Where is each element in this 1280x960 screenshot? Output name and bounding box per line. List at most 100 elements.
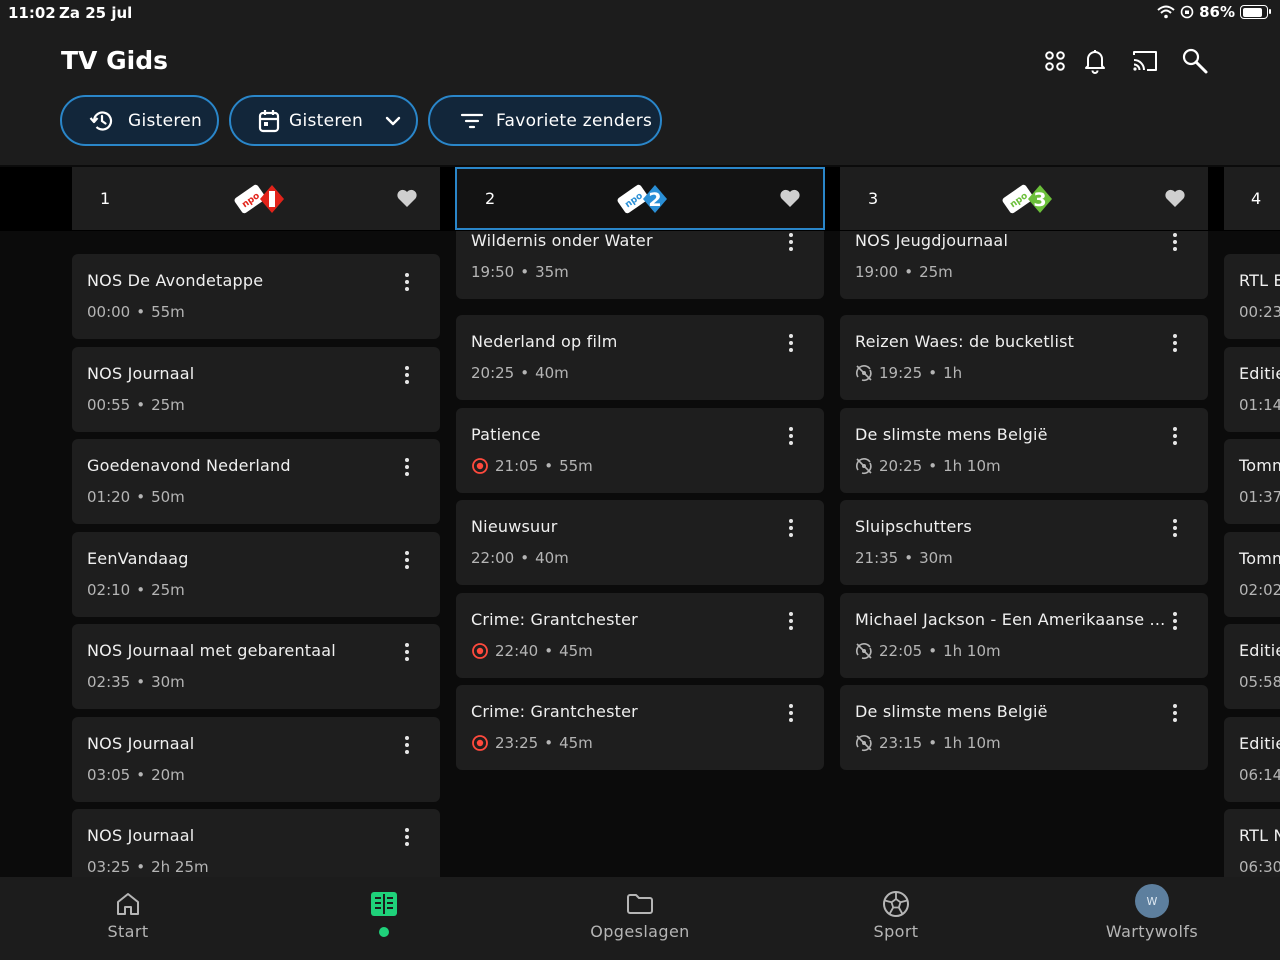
apps-grid-icon[interactable] [1040, 47, 1070, 75]
program-card[interactable]: NOS Journaal 03:25 • 2h 25m [72, 809, 440, 877]
more-options-icon[interactable] [1170, 232, 1180, 252]
program-title: Sluipschutters [855, 517, 972, 536]
battery-percentage: 86% [1199, 3, 1235, 21]
more-options-icon[interactable] [402, 550, 412, 570]
program-card[interactable]: Goedenavond Nederland 01:20 • 50m [72, 439, 440, 524]
separator-dot: • [928, 734, 938, 752]
program-time: 23:25 [495, 734, 539, 752]
program-title: Crime: Grantchester [471, 610, 638, 629]
more-options-icon[interactable] [402, 457, 412, 477]
nav-opgeslagen[interactable]: Opgeslagen [512, 877, 768, 960]
program-card[interactable]: NOS Journaal 03:05 • 20m [72, 717, 440, 802]
more-options-icon[interactable] [786, 703, 796, 723]
program-time: 19:00 [855, 263, 899, 281]
channel-header-3[interactable]: 3 npo 3 [840, 167, 1208, 230]
program-card[interactable]: Sluipschutters 21:35 • 30m [840, 500, 1208, 585]
day-history-chip[interactable]: Gisteren [60, 95, 219, 146]
more-options-icon[interactable] [1170, 703, 1180, 723]
more-options-icon[interactable] [1170, 518, 1180, 538]
filter-bar: Gisteren Gisteren Favoriete zenders [0, 95, 1280, 165]
more-options-icon[interactable] [786, 611, 796, 631]
bell-icon[interactable] [1080, 47, 1110, 75]
nav-sport[interactable]: Sport [768, 877, 1024, 960]
program-card[interactable]: EenVandaag 02:10 • 25m [72, 532, 440, 617]
program-card[interactable]: Editie 05:58 [1224, 624, 1280, 709]
more-options-icon[interactable] [402, 735, 412, 755]
more-options-icon[interactable] [786, 426, 796, 446]
filter-icon [458, 107, 486, 135]
cast-icon[interactable] [1130, 47, 1160, 75]
program-card[interactable]: Editie 06:14 [1224, 717, 1280, 802]
nav-tv-guide[interactable] [256, 877, 512, 960]
program-time: 20:25 [471, 364, 515, 382]
program-card[interactable]: Tomm 01:37 [1224, 439, 1280, 524]
program-card[interactable]: RTL E 00:23 [1224, 254, 1280, 339]
program-card[interactable]: Nederland op film 20:25 • 40m [456, 315, 824, 400]
program-card[interactable]: RTL N 06:30 [1224, 809, 1280, 877]
program-card[interactable]: Wildernis onder Water 19:50 • 35m [456, 231, 824, 299]
program-card[interactable]: Nieuwsuur 22:00 • 40m [456, 500, 824, 585]
favorite-channels-chip[interactable]: Favoriete zenders [428, 95, 662, 146]
program-time: 22:00 [471, 549, 515, 567]
program-card[interactable]: NOS Journaal met gebarentaal 02:35 • 30m [72, 624, 440, 709]
more-options-icon[interactable] [402, 272, 412, 292]
program-meta: 00:00 • 55m [87, 303, 185, 321]
program-card[interactable]: NOS Jeugdjournaal 19:00 • 25m [840, 231, 1208, 299]
program-card[interactable]: Crime: Grantchester 22:40 • 45m [456, 593, 824, 678]
more-options-icon[interactable] [1170, 611, 1180, 631]
more-options-icon[interactable] [786, 518, 796, 538]
program-card[interactable]: De slimste mens België 20:25 • 1h 10m [840, 408, 1208, 493]
more-options-icon[interactable] [402, 642, 412, 662]
program-card[interactable]: NOS De Avondetappe 00:00 • 55m [72, 254, 440, 339]
program-title: De slimste mens België [855, 425, 1048, 444]
program-card[interactable]: Tomm 02:02 [1224, 532, 1280, 617]
recording-unavailable-icon [855, 458, 872, 475]
separator-dot: • [136, 488, 146, 506]
separator-dot: • [904, 263, 914, 281]
more-options-icon[interactable] [1170, 426, 1180, 446]
program-card[interactable]: NOS Journaal 00:55 • 25m [72, 347, 440, 432]
status-time: 11:02 [8, 4, 56, 22]
date-select-chip[interactable]: Gisteren [229, 95, 418, 146]
program-meta: 22:05 • 1h 10m [855, 642, 1001, 660]
program-duration: 40m [535, 364, 569, 382]
program-time: 21:05 [495, 457, 539, 475]
program-title: RTL N [1239, 826, 1280, 845]
program-time: 20:25 [879, 457, 923, 475]
more-options-icon[interactable] [402, 365, 412, 385]
program-duration: 25m [919, 263, 953, 281]
program-duration: 30m [919, 549, 953, 567]
programme-grid: NOS De Avondetappe 00:00 • 55m NOS Journaa… [0, 231, 1280, 877]
program-card[interactable]: De slimste mens België 23:15 • 1h 10m [840, 685, 1208, 770]
channel-header-2[interactable]: 2 npo 2 [455, 167, 825, 230]
more-options-icon[interactable] [1170, 333, 1180, 353]
favorite-heart-icon[interactable] [396, 188, 418, 208]
more-options-icon[interactable] [786, 333, 796, 353]
separator-dot: • [520, 263, 530, 281]
program-card[interactable]: Editie 01:14 [1224, 347, 1280, 432]
program-card[interactable]: Crime: Grantchester 23:25 • 45m [456, 685, 824, 770]
channel-header-1[interactable]: 1 npo [72, 167, 440, 230]
more-options-icon[interactable] [402, 827, 412, 847]
program-card[interactable]: Michael Jackson - Een Amerikaanse ... 22… [840, 593, 1208, 678]
nav-profile[interactable]: W Wartywolfs [1024, 877, 1280, 960]
program-card[interactable]: Patience 21:05 • 55m [456, 408, 824, 493]
separator-dot: • [928, 364, 938, 382]
favorite-heart-icon[interactable] [1164, 188, 1186, 208]
nav-start[interactable]: Start [0, 877, 256, 960]
program-title: Nieuwsuur [471, 517, 558, 536]
nav-label: Start [107, 922, 149, 941]
battery-icon [1240, 5, 1271, 19]
program-duration: 1h 10m [943, 734, 1001, 752]
search-icon[interactable] [1180, 47, 1210, 75]
avatar-initial: W [1135, 884, 1169, 918]
program-meta: 00:55 • 25m [87, 396, 185, 414]
favorite-heart-icon[interactable] [779, 188, 801, 208]
separator-dot: • [520, 549, 530, 567]
program-duration: 55m [151, 303, 185, 321]
program-meta: 19:25 • 1h [855, 364, 962, 382]
program-card[interactable]: Reizen Waes: de bucketlist 19:25 • 1h [840, 315, 1208, 400]
more-options-icon[interactable] [786, 232, 796, 252]
channel-header-4[interactable]: 4 [1224, 167, 1280, 230]
program-duration: 20m [151, 766, 185, 784]
